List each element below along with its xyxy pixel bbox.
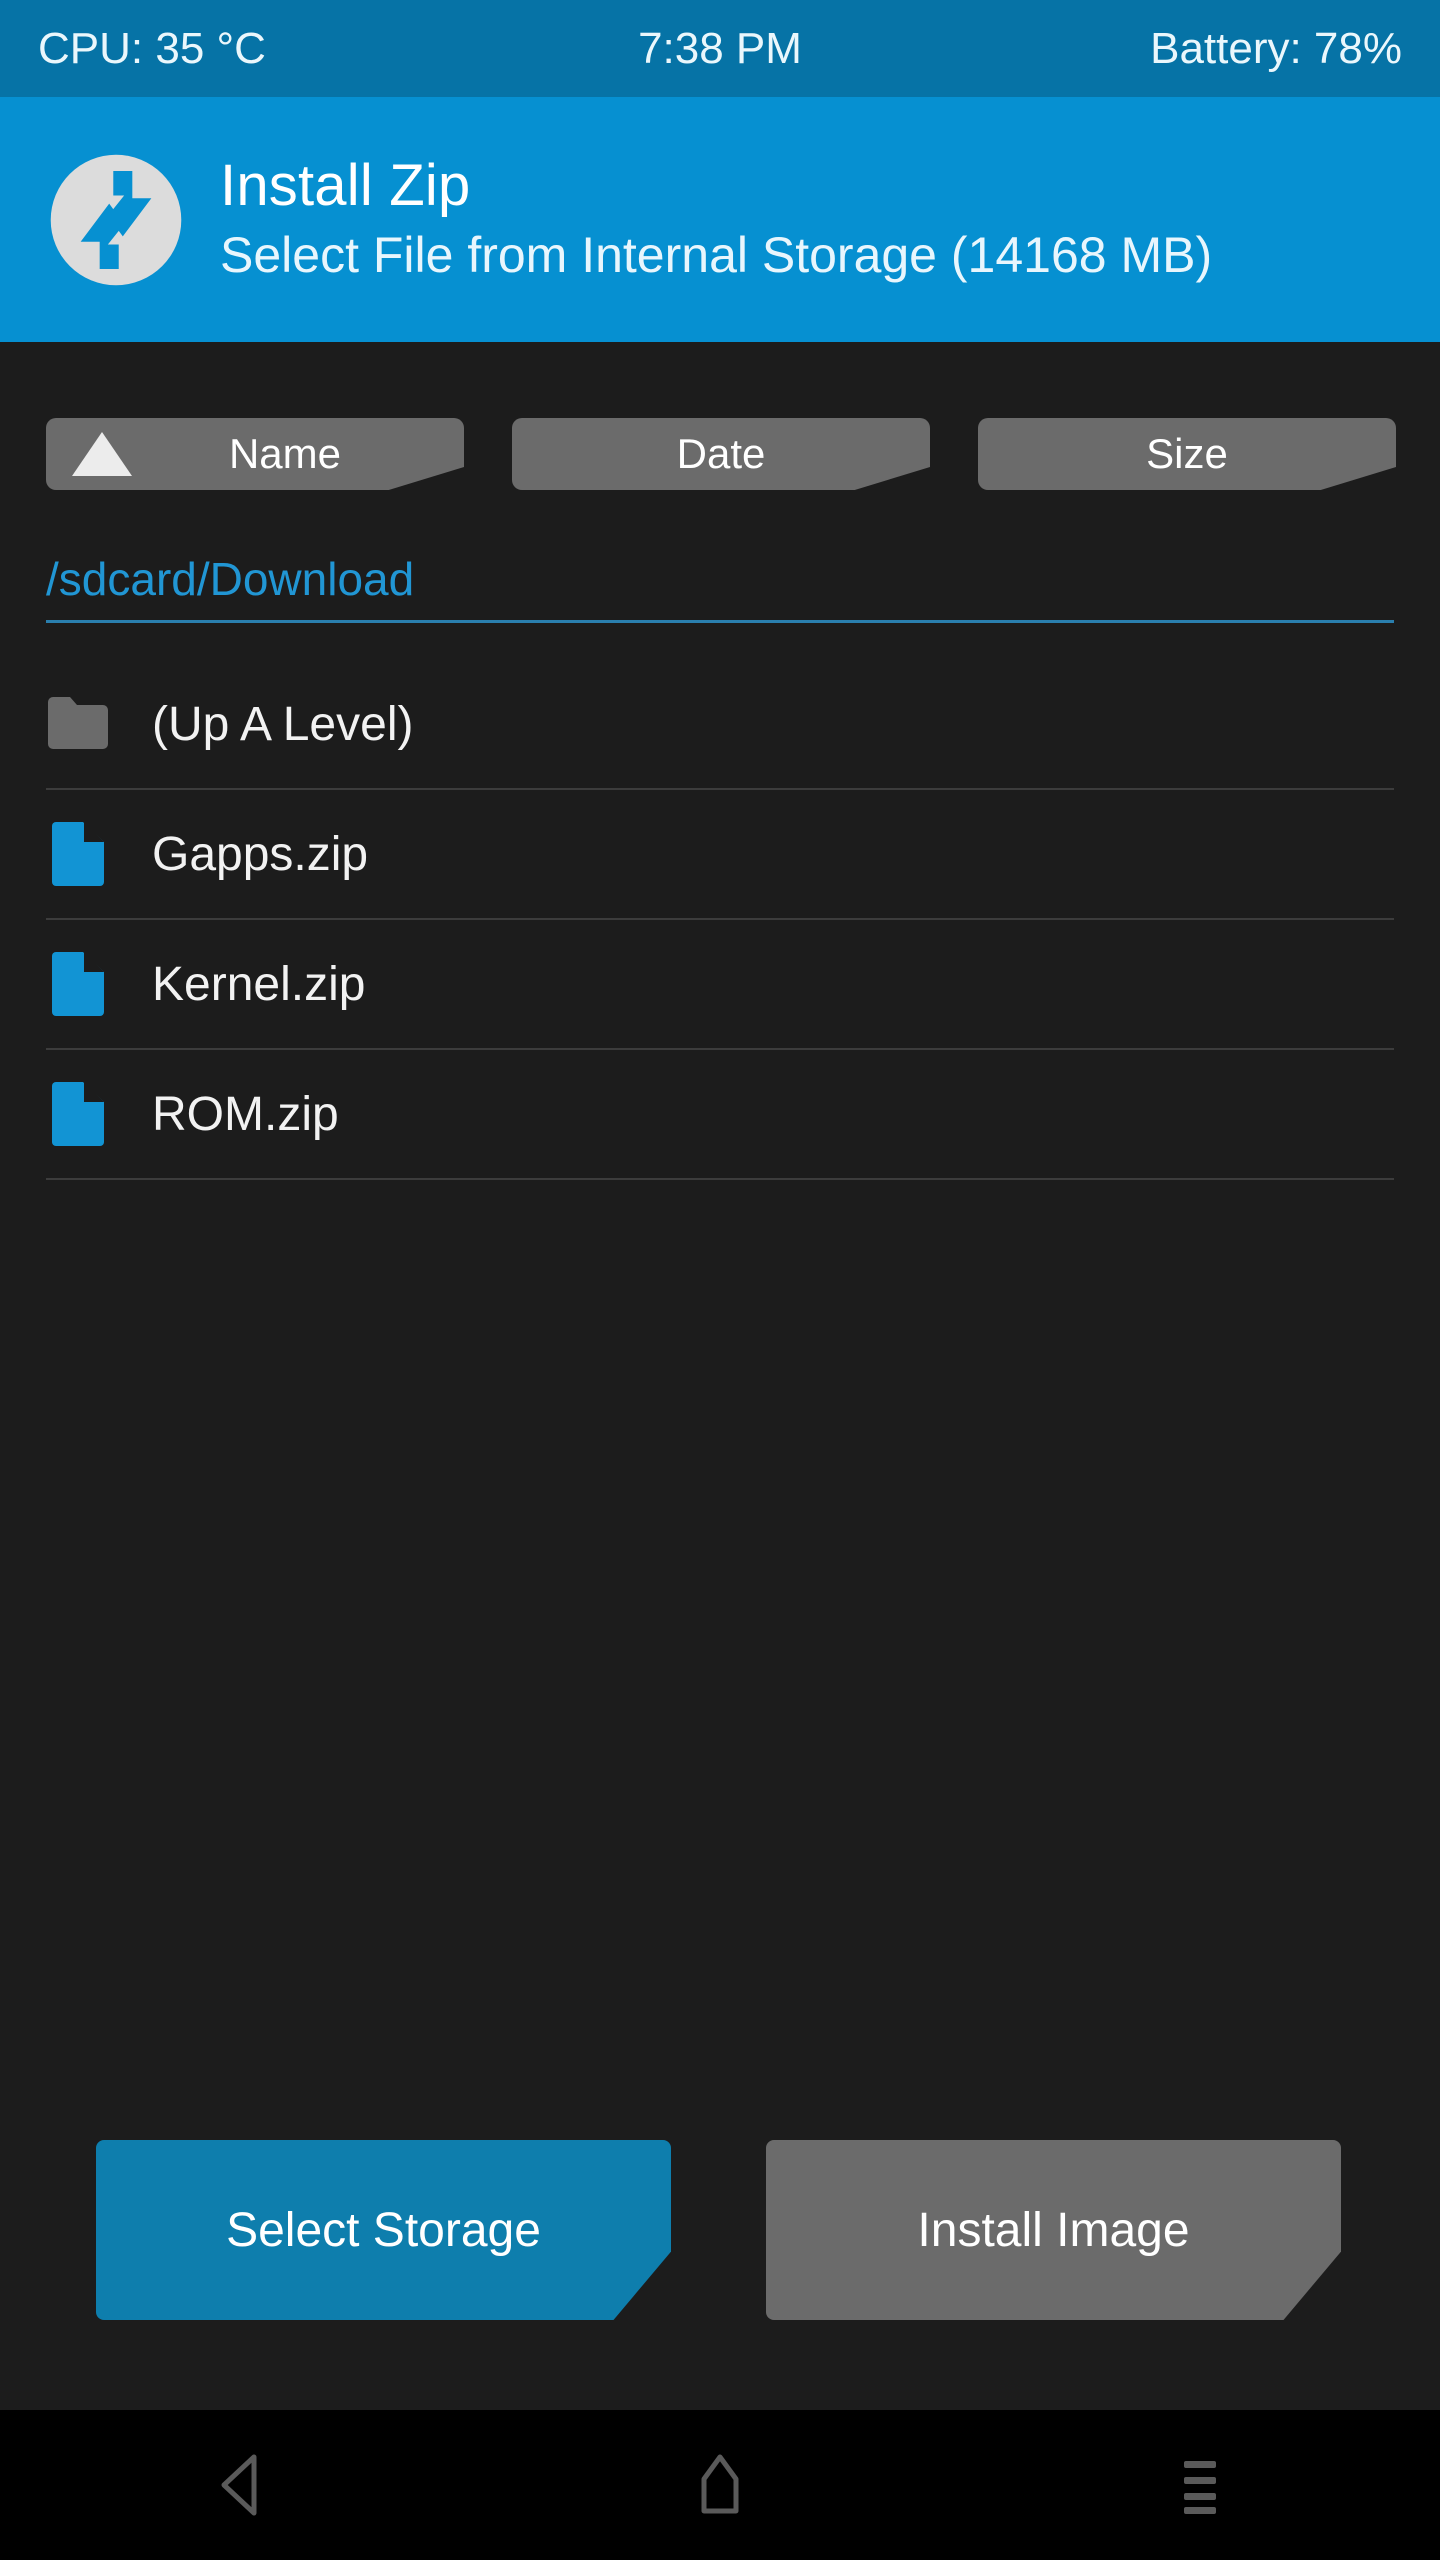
status-bar: CPU: 35 °C 7:38 PM Battery: 78% (0, 0, 1440, 97)
list-item[interactable]: ROM.zip (46, 1050, 1394, 1180)
select-storage-label: Select Storage (226, 2203, 541, 2257)
select-storage-button[interactable]: Select Storage (96, 2140, 671, 2320)
file-zip-icon (52, 822, 104, 886)
list-item-label: (Up A Level) (152, 697, 414, 751)
list-item[interactable]: (Up A Level) (46, 660, 1394, 790)
back-triangle-icon (221, 2454, 257, 2516)
page-subtitle: Select File from Internal Storage (14168… (220, 226, 1213, 283)
current-path-text: /sdcard/Download (46, 553, 415, 605)
sort-by-name-label: Name (228, 430, 342, 477)
twrp-logo-icon (50, 154, 182, 285)
android-navigation-bar (0, 2410, 1440, 2560)
nav-menu-button[interactable] (1120, 2410, 1280, 2560)
sort-by-size-button[interactable]: Size (978, 418, 1396, 490)
home-icon (701, 2454, 739, 2514)
file-zip-icon (52, 952, 104, 1016)
twrp-recovery-screen: CPU: 35 °C 7:38 PM Battery: 78% Install … (0, 0, 1440, 2560)
sort-by-date-button[interactable]: Date (512, 418, 930, 490)
sort-bar: Name Date Size (0, 418, 1440, 528)
file-zip-icon (52, 1082, 104, 1146)
path-underline-divider (46, 620, 1394, 623)
page-title: Install Zip (220, 153, 471, 219)
sort-by-date-label: Date (676, 430, 766, 477)
folder-icon (48, 697, 108, 749)
file-browser-list[interactable]: (Up A Level) Gapps.zip Kernel.zip ROM.zi… (46, 660, 1394, 1180)
list-item-label: Kernel.zip (152, 957, 366, 1011)
list-item[interactable]: Gapps.zip (46, 790, 1394, 920)
install-image-button[interactable]: Install Image (766, 2140, 1341, 2320)
list-item-label: ROM.zip (152, 1087, 339, 1141)
nav-home-button[interactable] (640, 2410, 800, 2560)
sort-by-size-label: Size (1146, 430, 1228, 477)
battery-level-text: Battery: 78% (1150, 23, 1402, 73)
action-button-bar: Select Storage Install Image (0, 2140, 1440, 2325)
list-item-label: Gapps.zip (152, 827, 369, 881)
header-text-block: Install Zip Select File from Internal St… (220, 153, 1213, 285)
app-header: Install Zip Select File from Internal St… (0, 97, 1440, 342)
nav-back-button[interactable] (160, 2410, 320, 2560)
sort-by-name-button[interactable]: Name (46, 418, 464, 490)
install-image-label: Install Image (917, 2203, 1190, 2257)
sort-ascending-triangle-icon (72, 432, 132, 476)
list-item[interactable]: Kernel.zip (46, 920, 1394, 1050)
menu-lines-icon (1184, 2461, 1216, 2514)
current-path-bar: /sdcard/Download (46, 552, 1394, 623)
